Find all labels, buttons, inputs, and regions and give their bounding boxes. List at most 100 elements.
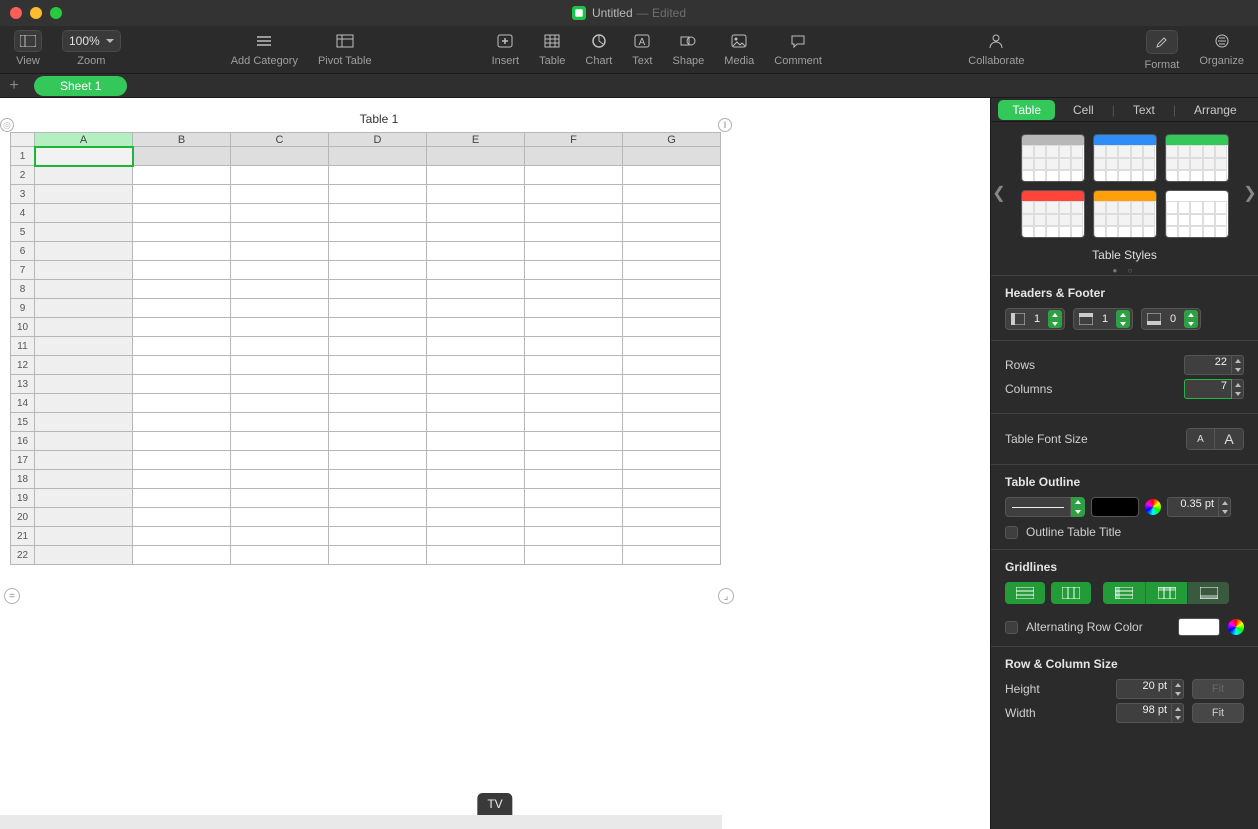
cell[interactable] <box>525 261 623 280</box>
cell[interactable] <box>427 546 525 565</box>
cell[interactable] <box>35 470 133 489</box>
fullscreen-window-button[interactable] <box>50 7 62 19</box>
cell[interactable] <box>329 394 427 413</box>
cell[interactable] <box>623 546 721 565</box>
cell[interactable] <box>133 204 231 223</box>
tab-table[interactable]: Table <box>998 100 1055 120</box>
cell[interactable] <box>231 318 329 337</box>
cell[interactable] <box>623 299 721 318</box>
add-row-handle[interactable]: = <box>4 588 20 604</box>
row-header[interactable]: 5 <box>11 223 35 242</box>
cell[interactable] <box>623 185 721 204</box>
cell[interactable] <box>525 356 623 375</box>
column-header[interactable]: F <box>525 133 623 147</box>
cell[interactable] <box>35 204 133 223</box>
row-header[interactable]: 13 <box>11 375 35 394</box>
table-style-thumb[interactable] <box>1093 190 1157 238</box>
cell[interactable] <box>329 242 427 261</box>
add-sheet-button[interactable]: + <box>0 74 28 97</box>
cell[interactable] <box>133 451 231 470</box>
cell[interactable] <box>231 299 329 318</box>
select-all-cell[interactable] <box>11 133 35 147</box>
cell[interactable] <box>623 166 721 185</box>
cell[interactable] <box>525 337 623 356</box>
cell[interactable] <box>133 299 231 318</box>
cell[interactable] <box>35 299 133 318</box>
cell[interactable] <box>329 413 427 432</box>
cell[interactable] <box>231 527 329 546</box>
row-header[interactable]: 21 <box>11 527 35 546</box>
row-header[interactable]: 3 <box>11 185 35 204</box>
cell[interactable] <box>231 147 329 166</box>
gridlines-body-h-button[interactable] <box>1005 582 1045 604</box>
cell[interactable] <box>623 489 721 508</box>
row-header[interactable]: 18 <box>11 470 35 489</box>
cell[interactable] <box>329 470 427 489</box>
zoom-control[interactable]: 100% Zoom <box>52 30 131 67</box>
spreadsheet-canvas[interactable]: ◎‖Table 1ABCDEFG123456789101112131415161… <box>0 98 990 829</box>
cell[interactable] <box>525 375 623 394</box>
cell[interactable] <box>35 242 133 261</box>
cell[interactable] <box>427 147 525 166</box>
cell[interactable] <box>133 166 231 185</box>
cell[interactable] <box>623 413 721 432</box>
tab-cell[interactable]: Cell <box>1059 100 1108 120</box>
cell[interactable] <box>427 451 525 470</box>
cell[interactable] <box>35 527 133 546</box>
cell[interactable] <box>525 242 623 261</box>
horizontal-scrollbar[interactable] <box>0 815 722 829</box>
row-header[interactable]: 2 <box>11 166 35 185</box>
cell[interactable] <box>427 489 525 508</box>
cell[interactable] <box>35 261 133 280</box>
cell[interactable] <box>231 470 329 489</box>
cell[interactable] <box>525 489 623 508</box>
row-header[interactable]: 15 <box>11 413 35 432</box>
cell[interactable] <box>133 375 231 394</box>
column-header[interactable]: B <box>133 133 231 147</box>
cell[interactable] <box>329 299 427 318</box>
format-button[interactable]: Format <box>1135 30 1190 71</box>
alternating-row-color-well[interactable] <box>1178 618 1220 636</box>
cell[interactable] <box>525 299 623 318</box>
font-smaller-button[interactable]: A <box>1187 429 1215 449</box>
cell[interactable] <box>525 223 623 242</box>
cell[interactable] <box>525 318 623 337</box>
gridlines-footer-button[interactable] <box>1187 582 1229 604</box>
cell[interactable] <box>427 223 525 242</box>
outline-table-title-checkbox[interactable] <box>1005 526 1018 539</box>
organize-button[interactable]: Organize <box>1189 30 1254 67</box>
columns-input[interactable]: 7 <box>1184 379 1244 399</box>
column-header[interactable]: C <box>231 133 329 147</box>
cell[interactable] <box>133 223 231 242</box>
cell[interactable] <box>329 318 427 337</box>
cell[interactable] <box>427 508 525 527</box>
row-header[interactable]: 22 <box>11 546 35 565</box>
cell[interactable] <box>133 242 231 261</box>
row-header[interactable]: 16 <box>11 432 35 451</box>
cell[interactable] <box>329 280 427 299</box>
table-style-thumb[interactable] <box>1165 134 1229 182</box>
cell[interactable] <box>35 489 133 508</box>
zoom-select[interactable]: 100% <box>62 30 121 52</box>
gridlines-header-row-button[interactable] <box>1145 582 1187 604</box>
cell[interactable] <box>133 280 231 299</box>
minimize-window-button[interactable] <box>30 7 42 19</box>
cell[interactable] <box>329 261 427 280</box>
table-style-thumb[interactable] <box>1021 134 1085 182</box>
cell[interactable] <box>525 166 623 185</box>
styles-next-button[interactable]: ❯ <box>1242 178 1258 208</box>
cell[interactable] <box>35 223 133 242</box>
cell[interactable] <box>35 413 133 432</box>
cell[interactable] <box>231 546 329 565</box>
cell[interactable] <box>35 546 133 565</box>
footer-rows-stepper[interactable]: 0 <box>1141 308 1201 330</box>
row-header[interactable]: 19 <box>11 489 35 508</box>
tab-text[interactable]: Text <box>1119 100 1169 120</box>
width-fit-button[interactable]: Fit <box>1192 703 1244 723</box>
cell[interactable] <box>231 394 329 413</box>
cell[interactable] <box>35 356 133 375</box>
cell[interactable] <box>35 337 133 356</box>
cell[interactable] <box>35 451 133 470</box>
cell[interactable] <box>525 147 623 166</box>
row-header[interactable]: 4 <box>11 204 35 223</box>
